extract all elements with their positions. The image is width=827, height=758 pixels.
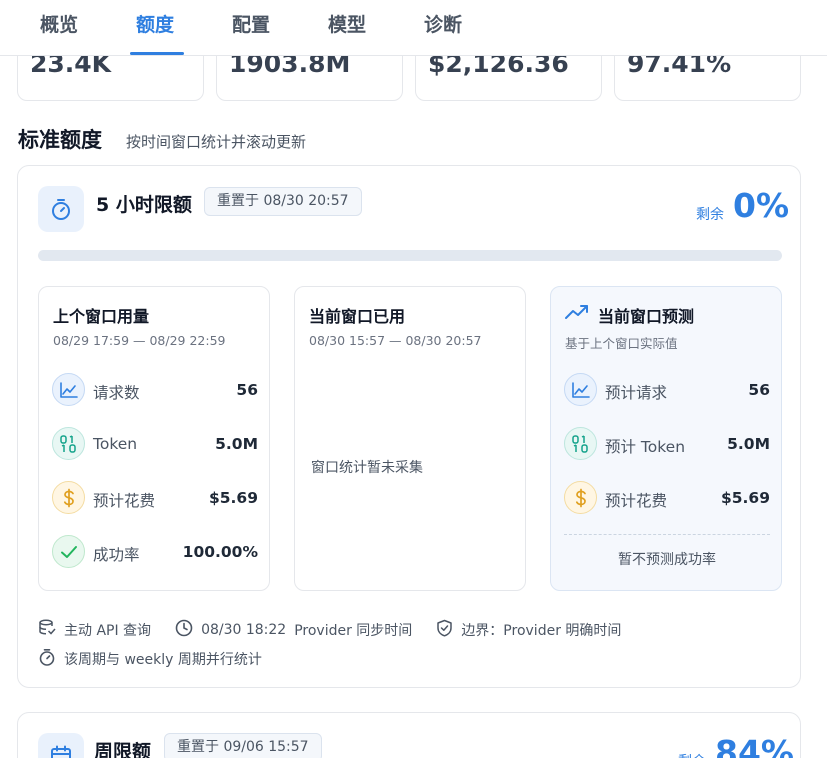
panel-time-range: 08/29 17:59 — 08/29 22:59 bbox=[53, 333, 226, 348]
panel-subtitle: 基于上个窗口实际值 bbox=[565, 336, 678, 351]
metric-label: Token bbox=[93, 435, 138, 453]
metric-label: 预计花费 bbox=[605, 492, 668, 510]
metric-label: 预计 Token bbox=[605, 438, 686, 456]
active-tab-indicator bbox=[130, 52, 184, 55]
metric-row-cost: 预计花费 $5.69 bbox=[52, 481, 258, 517]
metric-label: 预计花费 bbox=[93, 492, 156, 510]
panel-title: 上个窗口用量 bbox=[53, 307, 150, 326]
forecast-row-requests: 预计请求 56 bbox=[564, 373, 770, 409]
data-source-text: 主动 API 查询 bbox=[64, 623, 152, 639]
metric-label: 预计请求 bbox=[605, 384, 668, 402]
forecast-row-cost: 预计花费 $5.69 bbox=[564, 481, 770, 517]
five-hour-limit-card: 5 小时限额 重置于 08/30 20:57 剩余 0% 上个窗口用量 08/2… bbox=[17, 165, 801, 688]
current-window-panel: 当前窗口已用 08/30 15:57 — 08/30 20:57 窗口统计暂未采… bbox=[294, 286, 526, 591]
panel-time-range: 08/30 15:57 — 08/30 20:57 bbox=[309, 333, 482, 348]
binary-icon bbox=[564, 427, 597, 460]
tab-quota[interactable]: 额度 bbox=[136, 10, 174, 37]
metric-value: 100.00% bbox=[182, 543, 258, 561]
remaining-value: 0% bbox=[733, 186, 790, 225]
database-icon bbox=[38, 619, 56, 641]
cycle-info-line: 该周期与 weekly 周期并行统计 bbox=[38, 648, 262, 670]
calendar-icon bbox=[38, 733, 84, 758]
metric-label: 成功率 bbox=[93, 546, 140, 564]
forecast-note: 暂不预测成功率 bbox=[618, 552, 716, 568]
last-window-panel: 上个窗口用量 08/29 17:59 — 08/29 22:59 请求数 56 … bbox=[38, 286, 270, 591]
reset-time-badge: 重置于 09/06 15:57 bbox=[164, 733, 322, 758]
metric-row-token: Token 5.0M bbox=[52, 427, 258, 463]
forecast-panel: 当前窗口预测 基于上个窗口实际值 预计请求 56 预计 Token 5.0M 预… bbox=[550, 286, 782, 591]
dollar-icon bbox=[564, 481, 597, 514]
metric-row-requests: 请求数 56 bbox=[52, 373, 258, 409]
sync-time-note: Provider 同步时间 bbox=[294, 623, 413, 639]
panel-title: 当前窗口已用 bbox=[309, 307, 406, 326]
dollar-icon bbox=[52, 481, 85, 514]
limit-title: 周限额 bbox=[94, 741, 152, 758]
top-nav: 概览 额度 配置 模型 诊断 bbox=[0, 0, 827, 56]
metric-value: 5.0M bbox=[215, 435, 258, 453]
cycle-note-text: 该周期与 weekly 周期并行统计 bbox=[64, 652, 262, 668]
metric-value: $5.69 bbox=[208, 489, 258, 507]
divider bbox=[564, 534, 770, 535]
sync-time-text: 08/30 18:22 bbox=[201, 622, 287, 638]
line-chart-icon bbox=[52, 373, 85, 406]
quota-progress-bar bbox=[38, 250, 782, 261]
limit-title: 5 小时限额 bbox=[96, 194, 192, 216]
line-chart-icon bbox=[564, 373, 597, 406]
metric-row-success-rate: 成功率 100.00% bbox=[52, 535, 258, 571]
metric-value: $5.69 bbox=[720, 489, 770, 507]
source-info-line: 主动 API 查询 08/30 18:22 Provider 同步时间 边界：P… bbox=[38, 619, 621, 641]
section-subtitle: 按时间窗口统计并滚动更新 bbox=[126, 133, 307, 151]
timer-icon bbox=[38, 186, 84, 232]
panel-title: 当前窗口预测 bbox=[598, 307, 695, 326]
tab-models[interactable]: 模型 bbox=[328, 10, 366, 37]
tab-config[interactable]: 配置 bbox=[232, 10, 270, 37]
empty-state-text: 窗口统计暂未采集 bbox=[311, 460, 423, 476]
metric-value: 56 bbox=[236, 381, 258, 399]
timer-icon bbox=[38, 648, 56, 670]
metric-label: 请求数 bbox=[93, 384, 140, 402]
remaining-value: 84% bbox=[715, 733, 794, 758]
metric-value: 56 bbox=[748, 381, 770, 399]
binary-icon bbox=[52, 427, 85, 460]
remaining-label: 剩余 bbox=[678, 751, 706, 758]
shield-icon bbox=[436, 619, 453, 641]
remaining-label: 剩余 bbox=[696, 207, 724, 223]
reset-time-badge: 重置于 08/30 20:57 bbox=[204, 187, 362, 216]
tab-diagnostics[interactable]: 诊断 bbox=[424, 10, 462, 37]
weekly-limit-card: 周限额 重置于 09/06 15:57 剩余 84% bbox=[17, 712, 801, 758]
check-icon bbox=[52, 535, 85, 568]
trend-up-icon bbox=[564, 302, 590, 326]
metric-value: 5.0M bbox=[727, 435, 770, 453]
boundary-text: 边界：Provider 明确时间 bbox=[461, 623, 622, 639]
forecast-row-token: 预计 Token 5.0M bbox=[564, 427, 770, 463]
clock-icon bbox=[175, 619, 193, 641]
section-title: 标准额度 bbox=[18, 128, 102, 152]
tab-overview[interactable]: 概览 bbox=[40, 10, 78, 37]
